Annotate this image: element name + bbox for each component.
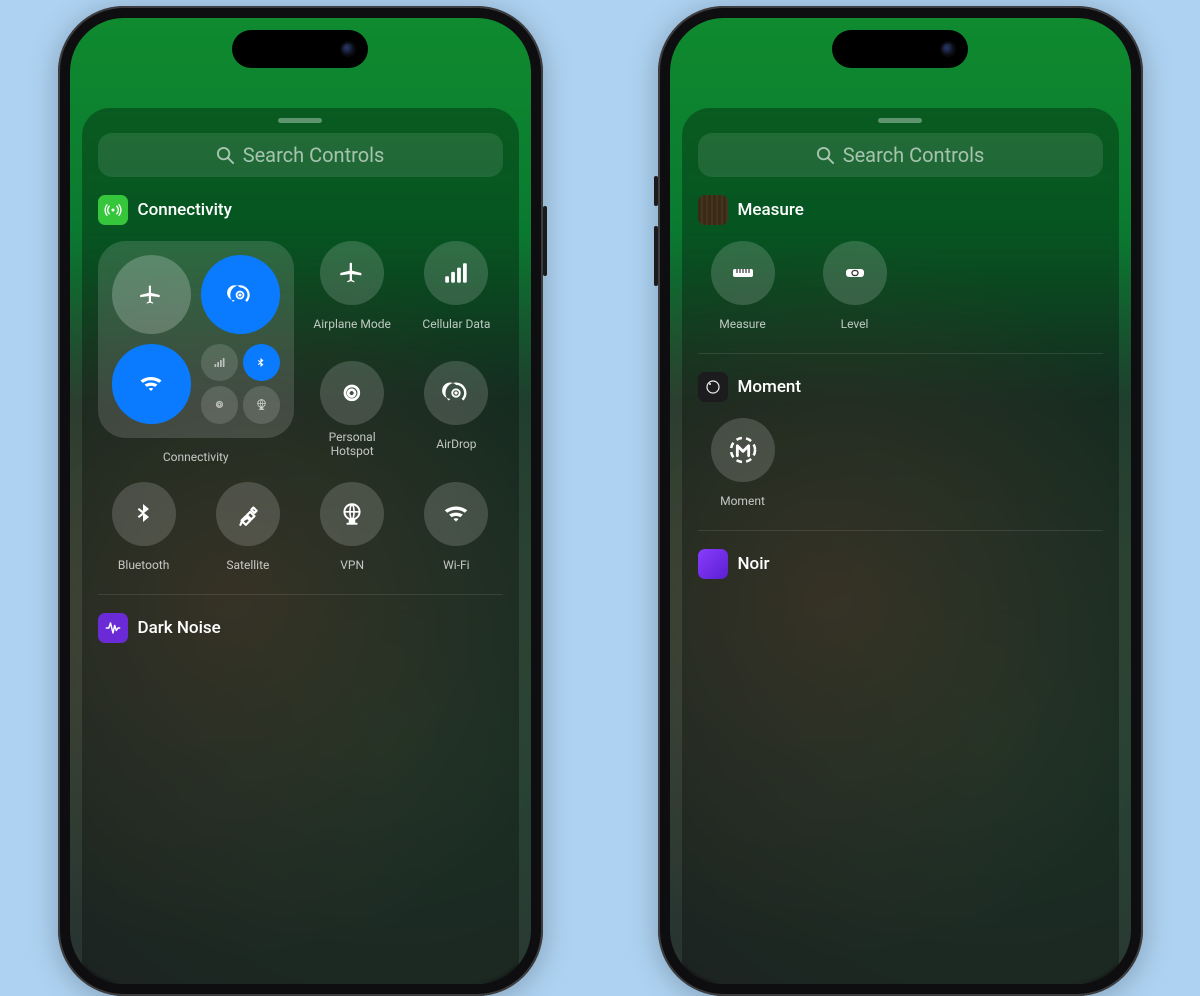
airplane-icon: [138, 282, 164, 308]
section-header: Measure: [698, 195, 1103, 225]
dynamic-island: [832, 30, 968, 68]
tile-bluetooth[interactable]: Bluetooth: [98, 482, 190, 580]
tile-label: VPN: [340, 552, 364, 580]
tile-moment[interactable]: Moment: [698, 418, 788, 516]
airdrop-icon: [442, 379, 470, 407]
tile-label: Level: [841, 311, 869, 339]
airplane-mode-toggle[interactable]: [112, 255, 191, 334]
cluster-label: Connectivity: [163, 444, 229, 472]
section-title: Connectivity: [138, 200, 232, 220]
section-header: Dark Noise: [98, 613, 503, 643]
cellular-bars-icon: [213, 356, 226, 369]
vpn-globe-icon: [339, 501, 365, 527]
camera-lens: [342, 43, 354, 55]
section-connectivity: Connectivity: [98, 195, 503, 595]
section-dark-noise: Dark Noise: [98, 613, 503, 673]
antenna-icon: [98, 195, 128, 225]
tile-label: Moment: [720, 488, 765, 516]
screen: Search Controls Connectivity: [70, 18, 531, 984]
hotspot-icon: [337, 378, 367, 408]
ruler-icon: [726, 261, 760, 285]
tile-wifi[interactable]: Wi-Fi: [410, 482, 502, 580]
tile-label: Wi-Fi: [443, 552, 469, 580]
sheet-grabber[interactable]: [278, 118, 322, 123]
connectivity-grid: Connectivity Airplane Mode Cellular Data…: [98, 241, 503, 580]
tile-label: Bluetooth: [118, 552, 169, 580]
bluetooth-mini-toggle[interactable]: [243, 344, 280, 381]
camera-lens: [942, 43, 954, 55]
phone-mockup-left: Search Controls Connectivity: [58, 6, 543, 996]
tile-label: Satellite: [226, 552, 269, 580]
sheet-grabber[interactable]: [878, 118, 922, 123]
search-input[interactable]: Search Controls: [698, 133, 1103, 177]
vpn-globe-icon: [255, 398, 268, 411]
section-header: Noir: [698, 549, 1103, 579]
bluetooth-icon: [255, 357, 267, 369]
connectivity-cluster-tile[interactable]: Connectivity: [98, 241, 295, 472]
section-measure: Measure Measure Level: [698, 195, 1103, 354]
vpn-mini-toggle[interactable]: [243, 386, 280, 423]
tile-label: Airplane Mode: [313, 311, 390, 339]
tile-label: AirDrop: [436, 431, 476, 459]
tile-label: Personal Hotspot: [329, 431, 376, 459]
tile-personal-hotspot[interactable]: Personal Hotspot: [306, 361, 398, 471]
tile-measure[interactable]: Measure: [698, 241, 788, 339]
tile-label: Cellular Data: [422, 311, 490, 339]
airdrop-icon: [227, 282, 253, 308]
moment-app-icon: [698, 372, 728, 402]
search-icon: [816, 146, 835, 165]
screen: Search Controls Measure Measure Level: [670, 18, 1131, 984]
tile-vpn[interactable]: VPN: [306, 482, 398, 580]
section-moment: Moment Moment: [698, 372, 1103, 531]
controls-sheet: Search Controls Connectivity: [82, 108, 519, 984]
moment-grid: Moment: [698, 418, 1103, 516]
tile-label: Measure: [719, 311, 766, 339]
level-icon: [839, 261, 871, 285]
tile-cellular-data[interactable]: Cellular Data: [410, 241, 502, 351]
section-noir: Noir: [698, 549, 1103, 609]
connectivity-cluster: [98, 241, 295, 438]
cellular-mini-toggle[interactable]: [201, 344, 238, 381]
hotspot-icon: [213, 398, 226, 411]
darknoise-icon: [98, 613, 128, 643]
tile-airdrop[interactable]: AirDrop: [410, 361, 502, 471]
connectivity-mini-grid: [201, 344, 280, 423]
tile-satellite[interactable]: Satellite: [202, 482, 294, 580]
cellular-bars-icon: [442, 261, 470, 285]
section-title: Noir: [738, 554, 770, 574]
dynamic-island: [232, 30, 368, 68]
section-header: Connectivity: [98, 195, 503, 225]
wifi-icon: [137, 370, 165, 398]
measure-app-icon: [698, 195, 728, 225]
section-title: Dark Noise: [138, 618, 221, 638]
section-title: Measure: [738, 200, 804, 220]
measure-grid: Measure Level: [698, 241, 1103, 339]
noir-app-icon: [698, 549, 728, 579]
wifi-icon: [441, 499, 471, 529]
controls-sheet: Search Controls Measure Measure Level: [682, 108, 1119, 984]
search-placeholder: Search Controls: [843, 143, 985, 167]
phone-mockup-right: Search Controls Measure Measure Level: [658, 6, 1143, 996]
search-input[interactable]: Search Controls: [98, 133, 503, 177]
airdrop-toggle[interactable]: [201, 255, 280, 334]
hotspot-mini-toggle[interactable]: [201, 386, 238, 423]
section-header: Moment: [698, 372, 1103, 402]
satellite-icon: [235, 501, 261, 527]
airplane-icon: [338, 259, 366, 287]
section-title: Moment: [738, 377, 802, 397]
search-placeholder: Search Controls: [243, 143, 385, 167]
search-icon: [216, 146, 235, 165]
moment-m-icon: [726, 433, 760, 467]
tile-airplane-mode[interactable]: Airplane Mode: [306, 241, 398, 351]
bluetooth-icon: [132, 502, 156, 526]
tile-level[interactable]: Level: [810, 241, 900, 339]
wifi-toggle[interactable]: [112, 344, 191, 423]
